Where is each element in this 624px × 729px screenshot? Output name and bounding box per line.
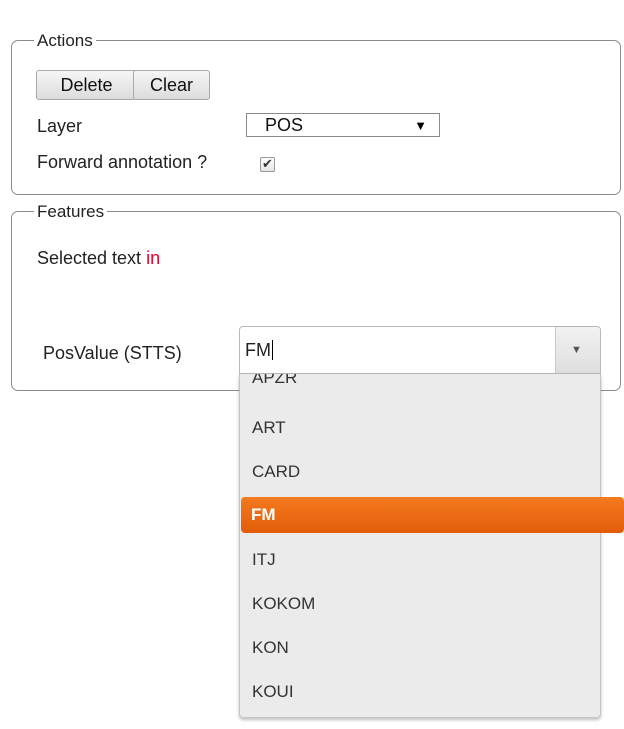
layer-select[interactable]: POS ▼ — [246, 113, 440, 137]
posvalue-dropdown-list: APZR ART CARD ITJ KOKOM KON KOUI — [239, 374, 601, 718]
actions-fieldset: Actions Delete Clear Layer POS ▼ Forward… — [11, 31, 621, 195]
dropdown-toggle-button[interactable]: ▼ — [555, 327, 600, 373]
checkmark-icon: ✔ — [262, 156, 273, 171]
text-cursor — [272, 339, 273, 360]
option-kokom[interactable]: KOKOM — [240, 582, 600, 626]
option-card[interactable]: CARD — [240, 450, 600, 494]
selected-text-value: in — [146, 248, 161, 268]
selected-text-label: Selected text in — [37, 247, 160, 269]
clear-button[interactable]: Clear — [133, 70, 210, 100]
layer-select-value: POS — [265, 115, 304, 135]
features-legend: Features — [34, 202, 108, 222]
chevron-down-icon: ▼ — [571, 344, 582, 356]
forward-annotation-checkbox[interactable]: ✔ — [260, 156, 275, 172]
option-kon[interactable]: KON — [240, 626, 600, 670]
option-art[interactable]: ART — [240, 406, 600, 450]
option-fm-selected[interactable]: FM — [241, 497, 624, 533]
option-itj[interactable]: ITJ — [240, 538, 600, 582]
layer-label: Layer — [37, 116, 83, 136]
option-apzr[interactable]: APZR — [240, 374, 600, 400]
option-koui[interactable]: KOUI — [240, 670, 600, 714]
posvalue-combobox[interactable]: FM ▼ — [239, 326, 601, 374]
actions-legend: Actions — [34, 31, 96, 51]
posvalue-input-text: FM — [245, 340, 271, 360]
posvalue-label: PosValue (STTS) — [43, 343, 182, 363]
posvalue-input[interactable]: FM — [245, 327, 273, 373]
delete-button[interactable]: Delete — [36, 70, 137, 100]
selected-text-label-text: Selected text — [37, 248, 142, 268]
chevron-down-icon: ▼ — [414, 118, 427, 133]
forward-annotation-label: Forward annotation ? — [37, 152, 208, 172]
